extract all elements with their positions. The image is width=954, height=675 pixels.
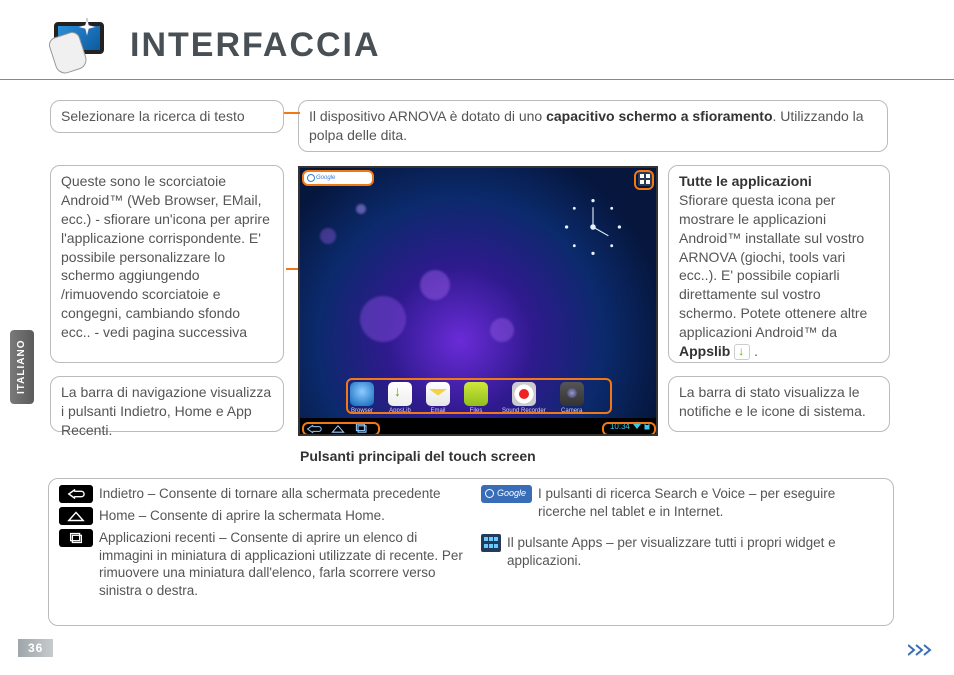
google-search-chip-label: Google (497, 488, 526, 500)
apps-grid-icon (481, 534, 501, 552)
connector-line (284, 112, 300, 114)
all-apps-heading: Tutte le applicazioni (679, 173, 812, 189)
legend-search-text: I pulsanti di ricerca Search e Voice – p… (538, 485, 881, 520)
legend-recent-text: Applicazioni recenti – Consente di aprir… (99, 529, 469, 599)
legend-home: Home – Consente di aprire la schermata H… (59, 507, 469, 525)
callout-navbar-body: La barra di navigazione visualizza i pul… (61, 384, 271, 438)
legend-box: Indietro – Consente di tornare alla sche… (48, 478, 894, 626)
page-number: 36 (18, 639, 53, 657)
callout-navbar: La barra di navigazione visualizza i pul… (50, 376, 284, 432)
page-header: INTERFACCIA (0, 0, 954, 80)
legend-apps-text: Il pulsante Apps – per visualizzare tutt… (507, 534, 881, 569)
callout-search-text-body: Selezionare la ricerca di testo (61, 108, 245, 124)
home-icon (59, 507, 93, 525)
callout-device: Il dispositivo ARNOVA è dotato di uno ca… (298, 100, 888, 152)
highlight-status (602, 422, 656, 436)
recent-apps-icon (59, 529, 93, 547)
legend-apps: Il pulsante Apps – per visualizzare tutt… (481, 534, 881, 569)
appslib-icon (734, 344, 750, 360)
touch-tablet-icon (54, 22, 118, 76)
highlight-search (302, 170, 374, 186)
highlight-softkeys (302, 422, 380, 436)
language-tab: ITALIANO (10, 330, 34, 404)
tablet-screenshot: Google Browser AppsLib Email Files Sound… (298, 166, 658, 436)
callout-search-text: Selezionare la ricerca di testo (50, 100, 284, 133)
device-bold: capacitivo schermo a sfioramento (546, 108, 772, 124)
legend-back-text: Indietro – Consente di tornare alla sche… (99, 485, 440, 503)
next-page-arrow-icon (908, 643, 938, 657)
callout-shortcuts: Queste sono le scorciatoie Android™ (Web… (50, 165, 284, 363)
callout-all-apps: Tutte le applicazioni Sfiorare questa ic… (668, 165, 890, 363)
device-pre: Il dispositivo ARNOVA è dotato di uno (309, 108, 546, 124)
back-icon (59, 485, 93, 503)
all-apps-body-bold: Appslib (679, 343, 730, 359)
legend-recent: Applicazioni recenti – Consente di aprir… (59, 529, 469, 599)
google-search-icon: Google (481, 485, 532, 503)
legend-back: Indietro – Consente di tornare alla sche… (59, 485, 469, 503)
analog-clock-widget (560, 194, 626, 260)
callout-statusbar-body: La barra di stato visualizza le notifich… (679, 384, 866, 419)
callout-shortcuts-body: Queste sono le scorciatoie Android™ (Web… (61, 173, 270, 340)
page-title: INTERFACCIA (130, 26, 381, 65)
callout-statusbar: La barra di stato visualizza le notifich… (668, 376, 890, 432)
all-apps-body-2: . (750, 343, 758, 359)
legend-home-text: Home – Consente di aprire la schermata H… (99, 507, 385, 525)
section-subheading: Pulsanti principali del touch screen (300, 448, 536, 464)
legend-search: Google I pulsanti di ricerca Search e Vo… (481, 485, 881, 520)
highlight-dock (346, 378, 612, 414)
highlight-all-apps (634, 170, 654, 190)
all-apps-body-1: Sfiorare questa icona per mostrare le ap… (679, 192, 867, 340)
